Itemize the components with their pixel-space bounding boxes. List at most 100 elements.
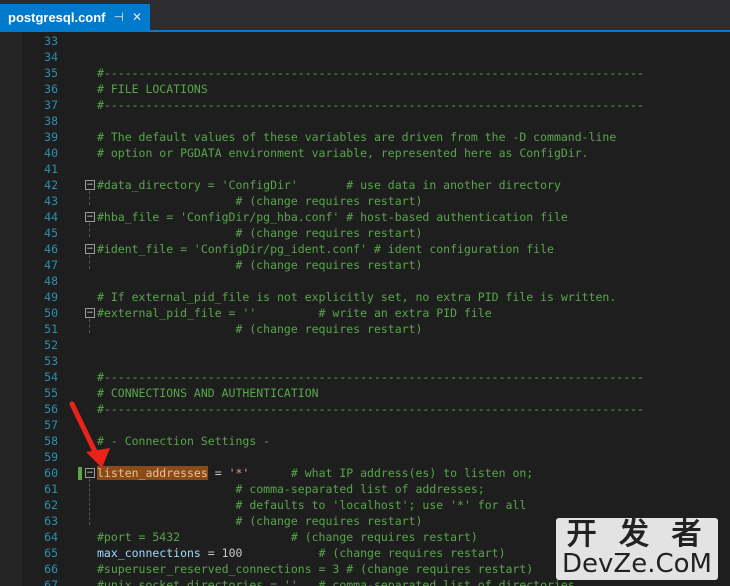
- code-line[interactable]: 43 # (change requires restart): [22, 193, 730, 209]
- line-text: # The default values of these variables …: [97, 130, 617, 144]
- line-text: #ident_file = 'ConfigDir/pg_ident.conf' …: [97, 242, 554, 256]
- code-line[interactable]: 39 # The default values of these variable…: [22, 129, 730, 145]
- line-number: 56: [44, 402, 58, 416]
- line-text: #external_pid_file = '' # write an extra…: [97, 306, 492, 320]
- code-line[interactable]: 34: [22, 49, 730, 65]
- watermark-logo: 开 发 者 DevZe.CoM: [556, 518, 718, 580]
- line-number: 34: [44, 50, 58, 64]
- line-text: #port = 5432 # (change requires restart): [97, 530, 478, 544]
- code-line[interactable]: 45 # (change requires restart): [22, 225, 730, 241]
- line-text: # (change requires restart): [97, 322, 423, 336]
- line-text: listen_addresses = '*' # what IP address…: [97, 465, 533, 481]
- line-number: 65: [44, 546, 58, 560]
- setting-equals: =: [200, 546, 222, 560]
- line-number: 64: [44, 530, 58, 544]
- left-margin: [0, 32, 22, 586]
- code-line[interactable]: 36 # FILE LOCATIONS: [22, 81, 730, 97]
- line-number: 61: [44, 482, 58, 496]
- line-number: 58: [44, 434, 58, 448]
- code-line[interactable]: 41: [22, 161, 730, 177]
- code-line[interactable]: 46 − #ident_file = 'ConfigDir/pg_ident.con…: [22, 241, 730, 257]
- line-number: 63: [44, 514, 58, 528]
- line-number: 57: [44, 418, 58, 432]
- line-text: #data_directory = 'ConfigDir' # use data…: [97, 178, 561, 192]
- line-text: # (change requires restart): [97, 226, 423, 240]
- line-number: 40: [44, 146, 58, 160]
- line-number: 50: [44, 306, 58, 320]
- line-number: 59: [44, 450, 58, 464]
- setting-value: '*': [228, 466, 250, 480]
- code-line[interactable]: 61 # comma-separated list of addresses;: [22, 481, 730, 497]
- line-number: 38: [44, 114, 58, 128]
- line-number: 42: [44, 178, 58, 192]
- line-number: 48: [44, 274, 58, 288]
- line-number: 45: [44, 226, 58, 240]
- code-line[interactable]: 33: [22, 33, 730, 49]
- code-editor[interactable]: 33 34 35 #---------------------------------…: [22, 32, 730, 586]
- line-number: 41: [44, 162, 58, 176]
- line-text: # comma-separated list of addresses;: [97, 482, 485, 496]
- pin-icon[interactable]: ⊣: [114, 10, 124, 24]
- line-number: 54: [44, 370, 58, 384]
- line-text: #---------------------------------------…: [97, 98, 644, 112]
- line-text: #superuser_reserved_connections = 3 # (c…: [97, 562, 534, 576]
- line-number: 51: [44, 322, 58, 336]
- code-line[interactable]: 50 − #external_pid_file = '' # write an ex…: [22, 305, 730, 321]
- watermark-en: DevZe.CoM: [562, 549, 712, 579]
- line-text: # CONNECTIONS AND AUTHENTICATION: [97, 386, 319, 400]
- red-arrow-annotation: [69, 401, 110, 468]
- tab-postgresql-conf[interactable]: postgresql.conf ⊣ ✕: [0, 4, 151, 30]
- line-text: #---------------------------------------…: [97, 66, 644, 80]
- code-line[interactable]: 52: [22, 337, 730, 353]
- fold-toggle-icon[interactable]: −: [85, 244, 95, 254]
- line-number: 55: [44, 386, 58, 400]
- fold-guide: [89, 255, 90, 269]
- line-number: 67: [44, 578, 58, 586]
- code-line[interactable]: 62 # defaults to 'localhost'; use '*' fo…: [22, 497, 730, 513]
- line-text: #---------------------------------------…: [97, 370, 644, 384]
- code-line[interactable]: 42 − #data_directory = 'ConfigDir' # use d…: [22, 177, 730, 193]
- line-number: 52: [44, 338, 58, 352]
- code-line[interactable]: 40 # option or PGDATA environment variabl…: [22, 145, 730, 161]
- fold-toggle-icon[interactable]: −: [85, 180, 95, 190]
- fold-guide: [89, 223, 90, 237]
- line-text: #---------------------------------------…: [97, 402, 644, 416]
- line-text: # FILE LOCATIONS: [97, 82, 208, 96]
- watermark-cn: 开 发 者: [566, 517, 708, 552]
- setting-comment: # (change requires restart): [242, 546, 506, 560]
- fold-guide: [89, 191, 90, 205]
- line-text: # (change requires restart): [97, 514, 423, 528]
- code-line[interactable]: 48: [22, 273, 730, 289]
- line-number: 37: [44, 98, 58, 112]
- line-text: max_connections = 100 # (change requires…: [97, 545, 506, 561]
- code-line[interactable]: 37 #-------------------------------------…: [22, 97, 730, 113]
- line-text: # option or PGDATA environment variable,…: [97, 146, 589, 160]
- code-line[interactable]: 53: [22, 353, 730, 369]
- fold-guide: [89, 479, 90, 525]
- line-number: 47: [44, 258, 58, 272]
- line-number: 39: [44, 130, 58, 144]
- line-number: 44: [44, 210, 58, 224]
- line-number: 43: [44, 194, 58, 208]
- fold-toggle-icon[interactable]: −: [85, 212, 95, 222]
- setting-key: max_connections: [97, 546, 201, 560]
- code-line[interactable]: 51 # (change requires restart): [22, 321, 730, 337]
- code-line[interactable]: 55 # CONNECTIONS AND AUTHENTICATION: [22, 385, 730, 401]
- close-icon[interactable]: ✕: [132, 10, 142, 24]
- line-number: 66: [44, 562, 58, 576]
- code-line[interactable]: 49 # If external_pid_file is not explicit…: [22, 289, 730, 305]
- setting-comment: # what IP address(es) to listen on;: [249, 466, 534, 480]
- editor-tab-bar: postgresql.conf ⊣ ✕: [0, 0, 730, 32]
- setting-value: 100: [221, 546, 243, 560]
- line-number: 33: [44, 34, 58, 48]
- tab-title: postgresql.conf: [8, 9, 106, 25]
- line-text: # defaults to 'localhost'; use '*' for a…: [97, 498, 527, 512]
- line-text: #unix_socket_directories = '' # comma-se…: [97, 578, 575, 586]
- code-line[interactable]: 47 # (change requires restart): [22, 257, 730, 273]
- code-line[interactable]: 44 − #hba_file = 'ConfigDir/pg_hba.conf' #…: [22, 209, 730, 225]
- code-line[interactable]: 35 #-------------------------------------…: [22, 65, 730, 81]
- code-line[interactable]: 54 #-------------------------------------…: [22, 369, 730, 385]
- line-number: 60: [44, 466, 58, 480]
- fold-toggle-icon[interactable]: −: [85, 308, 95, 318]
- code-line[interactable]: 38: [22, 113, 730, 129]
